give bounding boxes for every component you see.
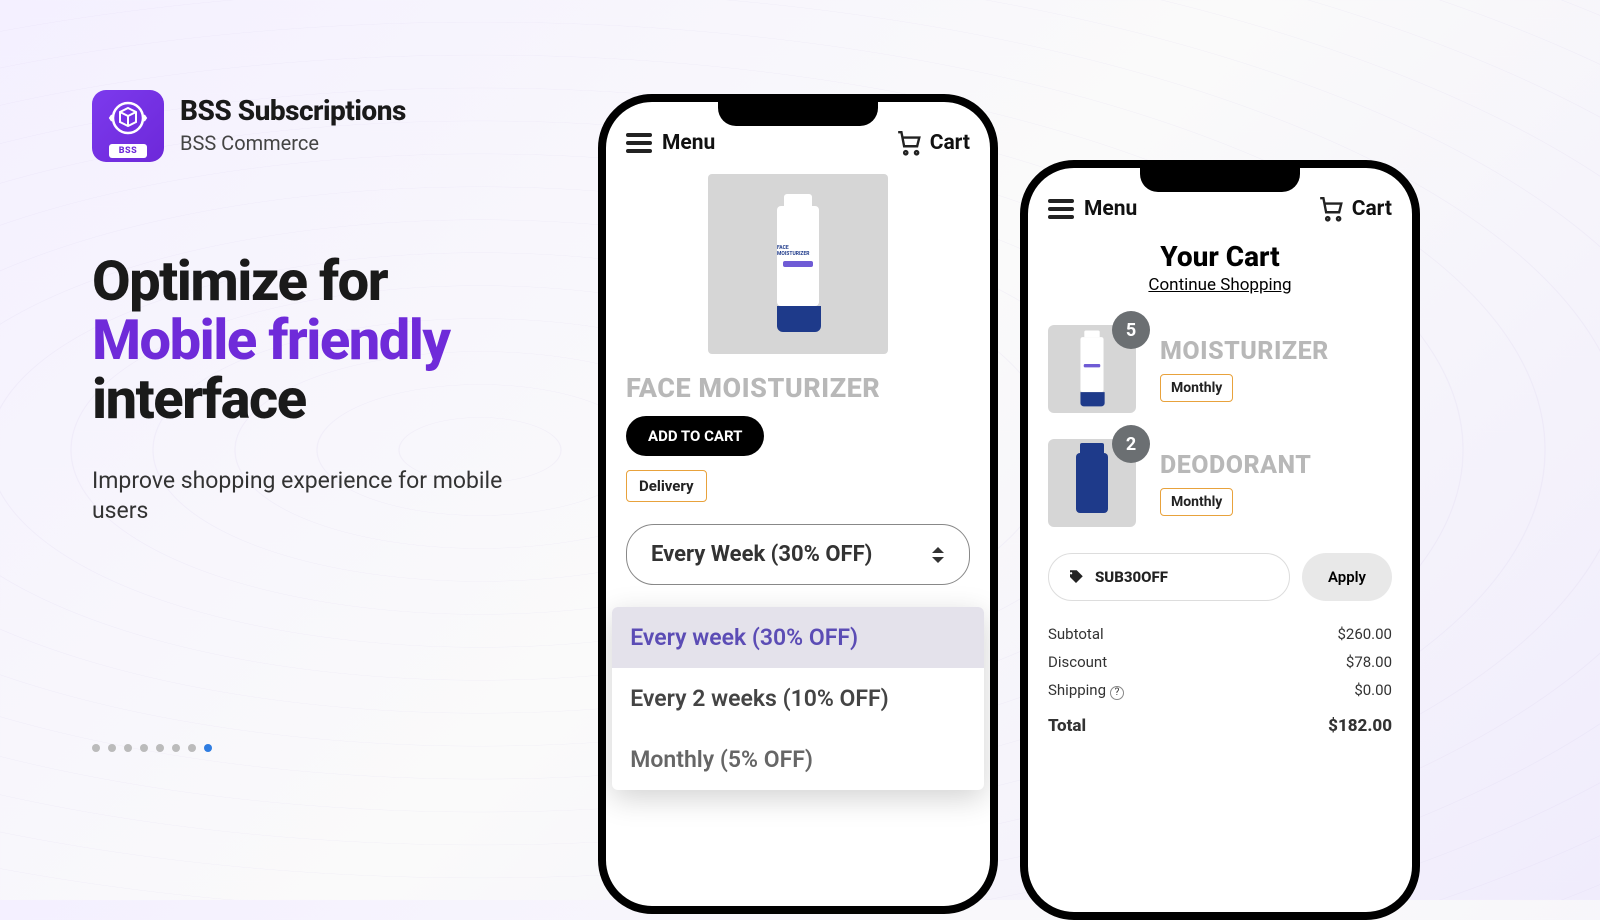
frequency-badge: Monthly [1160, 374, 1233, 402]
cart-item-name: DEODORANT [1160, 451, 1311, 480]
hamburger-icon [1048, 199, 1074, 219]
info-icon[interactable]: ? [1110, 686, 1124, 700]
cart-title: Your Cart [1048, 240, 1392, 273]
cart-item: 5 MOISTURIZER Monthly [1048, 325, 1392, 413]
quantity-badge: 5 [1112, 311, 1150, 349]
cart-button[interactable]: Cart [1318, 196, 1392, 222]
carousel-dot[interactable] [124, 744, 132, 752]
carousel-dots [92, 744, 212, 752]
frequency-options: Every week (30% OFF) Every 2 weeks (10% … [612, 607, 984, 790]
promo-code-input[interactable]: SUB30OFF [1048, 553, 1290, 601]
headline-line3: interface [92, 366, 306, 432]
subtotal-label: Subtotal [1048, 625, 1104, 643]
phone-product: Menu Cart FACE MOISTURIZER FACE MOISTURI… [598, 94, 998, 914]
cart-item: 2 DEODORANT Monthly [1048, 439, 1392, 527]
frequency-option[interactable]: Every week (30% OFF) [612, 607, 984, 668]
stick-illustration [1076, 453, 1108, 513]
continue-shopping-link[interactable]: Continue Shopping [1048, 275, 1392, 295]
carousel-dot[interactable] [172, 744, 180, 752]
box-circle-icon [108, 98, 148, 138]
cart-item-thumb: 2 [1048, 439, 1136, 527]
add-to-cart-button[interactable]: ADD TO CART [626, 416, 764, 456]
hamburger-icon [626, 133, 652, 153]
menu-button[interactable]: Menu [626, 131, 715, 155]
promo-code-value: SUB30OFF [1095, 568, 1168, 586]
cart-icon [1318, 196, 1344, 222]
dropdown-selected-label: Every Week (30% OFF) [651, 542, 872, 567]
brand-subtitle: BSS Commerce [180, 131, 406, 155]
tag-icon [1067, 568, 1085, 586]
brand-title: BSS Subscriptions [180, 94, 406, 127]
carousel-dot[interactable] [156, 744, 164, 752]
shipping-label: Shipping? [1048, 681, 1124, 700]
discount-label: Discount [1048, 653, 1107, 671]
menu-label: Menu [1084, 197, 1137, 221]
frequency-dropdown[interactable]: Every Week (30% OFF) [626, 524, 970, 585]
updown-icon [931, 546, 945, 564]
headline-accent: Mobile friendly [92, 307, 449, 373]
carousel-dot[interactable] [188, 744, 196, 752]
menu-label: Menu [662, 131, 715, 155]
tube-illustration [1080, 331, 1103, 408]
apply-button[interactable]: Apply [1302, 553, 1392, 601]
frequency-option[interactable]: Monthly (5% OFF) [612, 729, 984, 790]
headline-line1: Optimize for [92, 248, 387, 314]
brand-logo: BSS [92, 90, 164, 162]
quantity-badge: 2 [1112, 425, 1150, 463]
shipping-value: $0.00 [1354, 681, 1392, 700]
cart-label: Cart [1352, 197, 1392, 221]
frequency-badge: Monthly [1160, 488, 1233, 516]
carousel-dot[interactable] [108, 744, 116, 752]
carousel-dot[interactable] [92, 744, 100, 752]
carousel-dot-active[interactable] [204, 744, 212, 752]
delivery-badge: Delivery [626, 470, 707, 502]
cart-button[interactable]: Cart [896, 130, 970, 156]
brand-badge: BSS [109, 144, 147, 158]
product-title: FACE MOISTURIZER [626, 372, 970, 404]
cart-icon [896, 130, 922, 156]
frequency-option[interactable]: Every 2 weeks (10% OFF) [612, 668, 984, 729]
phone-notch [718, 100, 878, 126]
product-image: FACE MOISTURIZER [708, 174, 888, 354]
headline: Optimize for Mobile friendly interface [92, 252, 560, 428]
menu-button[interactable]: Menu [1048, 197, 1137, 221]
subheadline: Improve shopping experience for mobile u… [92, 466, 512, 526]
tube-illustration: FACE MOISTURIZER [777, 194, 819, 334]
cart-label: Cart [930, 131, 970, 155]
cart-item-name: MOISTURIZER [1160, 337, 1329, 366]
brand-block: BSS BSS Subscriptions BSS Commerce [92, 90, 560, 162]
totals-block: Subtotal $260.00 Discount $78.00 Shipping?… [1048, 625, 1392, 736]
total-label: Total [1048, 716, 1086, 736]
cart-item-thumb: 5 [1048, 325, 1136, 413]
phone-cart: Menu Cart Your Cart Continue Shopping 5 … [1020, 160, 1420, 920]
subtotal-value: $260.00 [1337, 625, 1392, 643]
discount-value: $78.00 [1346, 653, 1392, 671]
total-value: $182.00 [1328, 716, 1392, 736]
phone-notch [1140, 166, 1300, 192]
carousel-dot[interactable] [140, 744, 148, 752]
